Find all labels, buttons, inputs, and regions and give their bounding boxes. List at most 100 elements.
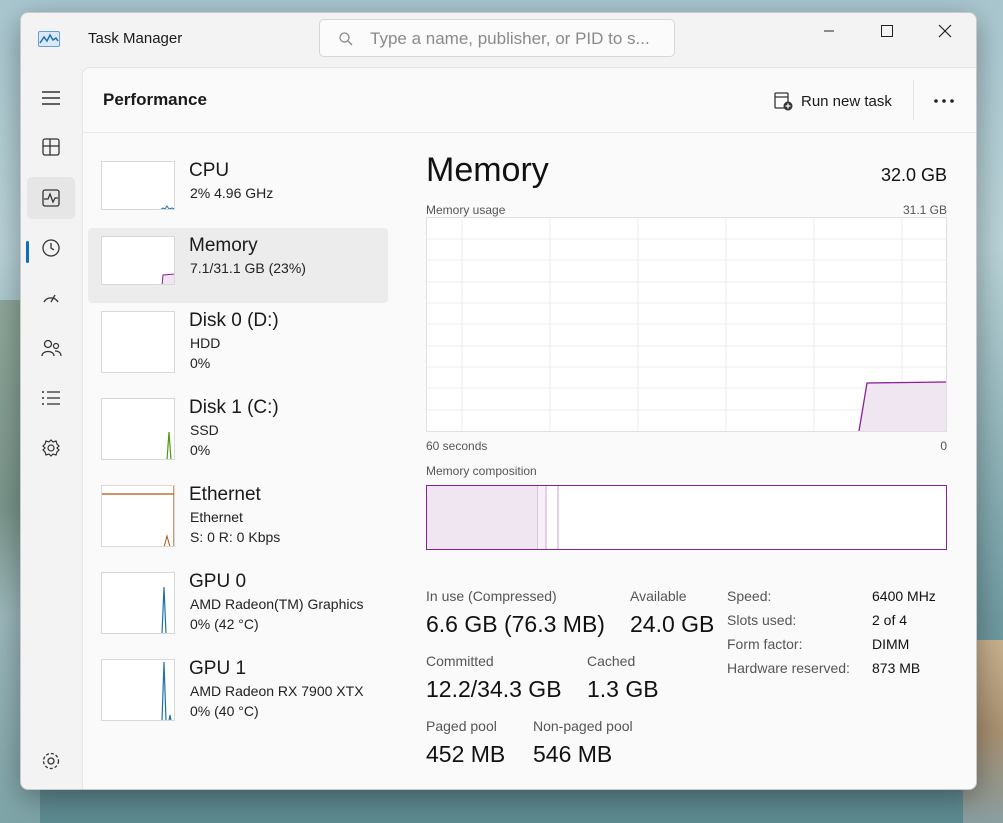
committed-label: Committed [426, 653, 494, 669]
slots-used-value: 2 of 4 [872, 612, 908, 628]
cached-value: 1.3 GB [587, 676, 659, 702]
memory-composition-bar [426, 485, 947, 550]
processes-icon [42, 138, 60, 156]
nav-startup-apps[interactable] [27, 277, 75, 319]
hardware-reserved-label: Hardware reserved: [727, 660, 850, 676]
resource-name: Ethernet [189, 484, 261, 505]
nav-performance[interactable] [27, 177, 75, 219]
page-header: Performance Run new task [83, 68, 976, 133]
nav-processes[interactable] [27, 126, 75, 168]
resource-name: Disk 0 (D:) [189, 310, 279, 331]
hamburger-menu-button[interactable] [27, 77, 75, 119]
run-new-task-button[interactable]: Run new task [773, 86, 892, 116]
resource-gpu-0[interactable]: GPU 0 AMD Radeon(TM) Graphics 0% (42 °C) [88, 564, 388, 639]
available-value: 24.0 GB [630, 611, 715, 637]
resource-memory[interactable]: Memory 7.1/31.1 GB (23%) [88, 228, 388, 303]
slots-used-label: Slots used: [727, 612, 797, 628]
resource-detail-2: 0% (42 °C) [190, 616, 259, 632]
resource-name: Memory [189, 235, 258, 256]
graph-x-left: 60 seconds [426, 439, 488, 453]
search-input[interactable] [368, 26, 662, 52]
committed-value: 12.2/34.3 GB [426, 676, 562, 702]
app-history-icon [42, 239, 60, 257]
header-separator [913, 80, 914, 120]
startup-apps-icon [43, 294, 59, 303]
in-use-label: In use (Compressed) [426, 588, 557, 604]
page-title: Performance [103, 90, 207, 109]
ethernet-thumbnail-graph [101, 485, 175, 547]
resource-ethernet[interactable]: Ethernet Ethernet S: 0 R: 0 Kbps [88, 477, 388, 552]
speed-value: 6400 MHz [872, 588, 936, 604]
minimize-button[interactable] [806, 13, 852, 49]
memory-composition-label: Memory composition [426, 464, 537, 478]
gpu0-thumbnail-graph [101, 572, 175, 634]
close-button[interactable] [922, 13, 968, 49]
memory-usage-label: Memory usage [426, 203, 506, 217]
maximize-button[interactable] [864, 13, 910, 49]
resource-detail: HDD [190, 335, 221, 351]
run-new-task-icon [774, 92, 793, 111]
resource-detail-2: 0% [190, 355, 211, 371]
paged-pool-label: Paged pool [426, 718, 497, 734]
resource-disk-1[interactable]: Disk 1 (C:) SSD 0% [88, 390, 388, 465]
form-factor-label: Form factor: [727, 636, 803, 652]
disk1-thumbnail-graph [101, 398, 175, 460]
more-options-button[interactable] [929, 86, 959, 116]
performance-page: Performance Run new task CPU 2% 4.96 GHz [82, 67, 976, 789]
hardware-reserved-value: 873 MB [872, 660, 921, 676]
resource-detail-2: S: 0 R: 0 Kbps [190, 529, 281, 545]
memory-thumbnail-graph [101, 236, 175, 285]
resource-detail: 7.1/31.1 GB (23%) [190, 260, 306, 276]
detail-title: Memory [426, 151, 549, 189]
more-icon [934, 99, 954, 103]
resource-name: GPU 0 [189, 571, 247, 592]
resource-gpu-1[interactable]: GPU 1 AMD Radeon RX 7900 XTX 0% (40 °C) [88, 651, 388, 726]
memory-total: 32.0 GB [880, 165, 947, 185]
search-box[interactable] [319, 19, 675, 57]
maximize-icon [881, 25, 893, 37]
resource-detail: AMD Radeon(TM) Graphics [190, 596, 364, 612]
resource-detail-2: 0% (40 °C) [190, 703, 259, 719]
memory-composition-plot [427, 486, 559, 549]
nav-app-history[interactable] [27, 227, 75, 269]
nav-settings[interactable] [27, 740, 75, 782]
resource-detail: SSD [190, 422, 219, 438]
disk0-thumbnail-graph [101, 311, 175, 373]
resource-detail-2: 0% [190, 442, 211, 458]
navigation-rail [21, 67, 81, 789]
resource-detail: AMD Radeon RX 7900 XTX [190, 683, 364, 699]
paged-pool-value: 452 MB [426, 741, 506, 767]
task-manager-app-icon [38, 31, 60, 47]
gpu1-thumbnail-graph [101, 659, 175, 721]
run-new-task-label: Run new task [801, 92, 892, 110]
nav-details[interactable] [27, 377, 75, 419]
in-use-value: 6.6 GB (76.3 MB) [426, 611, 605, 637]
non-paged-pool-value: 546 MB [533, 741, 613, 767]
minimize-icon [824, 30, 834, 32]
nav-services[interactable] [27, 427, 75, 469]
resource-name: CPU [189, 160, 230, 181]
title-bar[interactable]: Task Manager [21, 13, 976, 67]
non-paged-pool-label: Non-paged pool [533, 718, 633, 734]
memory-usage-max: 31.1 GB [902, 203, 947, 217]
performance-icon [42, 189, 60, 207]
settings-icon [42, 752, 60, 770]
available-label: Available [630, 588, 687, 604]
cpu-thumbnail-graph [101, 161, 175, 210]
resource-disk-0[interactable]: Disk 0 (D:) HDD 0% [88, 303, 388, 378]
graph-x-right: 0 [940, 439, 947, 453]
details-icon [42, 391, 60, 405]
resource-name: GPU 1 [189, 658, 247, 679]
resource-cpu[interactable]: CPU 2% 4.96 GHz [88, 153, 388, 228]
nav-users[interactable] [27, 327, 75, 369]
close-icon [938, 24, 952, 38]
search-icon [338, 31, 354, 47]
cached-label: Cached [587, 653, 636, 669]
memory-usage-plot [427, 218, 947, 432]
resource-detail: 2% 4.96 GHz [190, 185, 274, 201]
speed-label: Speed: [727, 588, 772, 604]
window-title: Task Manager [88, 30, 183, 47]
resource-detail: Ethernet [190, 509, 243, 525]
hamburger-menu-icon [42, 91, 60, 105]
memory-usage-graph [426, 217, 947, 432]
